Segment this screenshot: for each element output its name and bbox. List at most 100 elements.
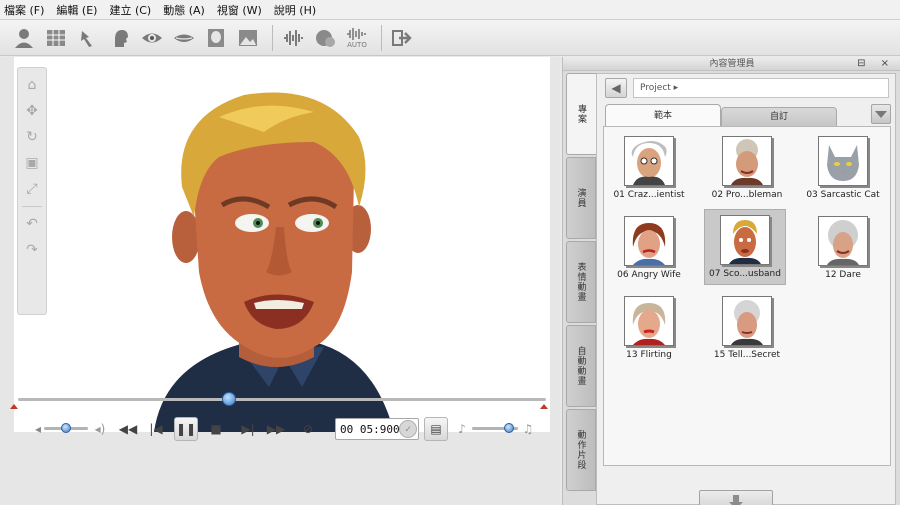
actor-icon[interactable] xyxy=(10,24,38,52)
tab-auto-animation[interactable]: 自動動畫 xyxy=(566,325,596,407)
eye-icon[interactable] xyxy=(138,24,166,52)
timeline-slider[interactable] xyxy=(14,392,550,406)
list-item[interactable]: 06 Angry Wife xyxy=(608,211,690,287)
list-item-selected[interactable]: 07 Sco...usband xyxy=(704,209,786,285)
rotate-icon[interactable]: ↻ xyxy=(21,126,43,148)
tab-motion-clips-label: 動作片段 xyxy=(575,430,586,470)
character-face xyxy=(154,92,394,432)
image-icon[interactable] xyxy=(234,24,262,52)
volume-knob[interactable] xyxy=(61,423,71,433)
panel-title-text: 內容管理員 xyxy=(709,59,755,69)
download-arrow-icon xyxy=(729,495,743,505)
side-tabs: 專案 演員 表情動畫 自動動畫 動作片段 xyxy=(566,73,596,505)
content-manager-panel: 內容管理員 ⊟ × 專案 演員 表情動畫 自動動畫 動作片段 ◀ Project… xyxy=(562,57,900,505)
stage-viewport[interactable] xyxy=(14,57,550,432)
item-label: 13 Flirting xyxy=(626,350,672,360)
volume-icon: ◂) xyxy=(94,422,106,436)
panel-window-icons[interactable]: ⊟ × xyxy=(857,57,895,71)
item-label: 15 Tell...Secret xyxy=(713,350,781,360)
tab-custom[interactable]: 自訂 xyxy=(721,107,837,126)
export-icon[interactable] xyxy=(388,24,416,52)
back-button[interactable]: ◀ xyxy=(605,78,627,98)
tab-project[interactable]: 專案 xyxy=(566,73,596,155)
timecode-field[interactable]: 00 05:900 ✓ xyxy=(335,418,419,440)
menu-file[interactable]: 檔案 (F) xyxy=(4,2,44,18)
item-label: 12 Dare xyxy=(825,270,861,280)
puppet-icon[interactable] xyxy=(311,24,339,52)
dropdown-icon[interactable] xyxy=(871,104,891,124)
list-item[interactable]: 15 Tell...Secret xyxy=(706,291,788,367)
playback-controls: ◂ ◂) ◀◀ |◀ ❚❚ ■ ▶| ▶▶ ⊘ 00 05:900 ✓ ▤ ♪ … xyxy=(0,415,560,445)
path-field[interactable]: Project ▸ xyxy=(633,78,889,98)
timeline-end-marker[interactable] xyxy=(540,404,548,409)
list-item[interactable]: 12 Dare xyxy=(802,211,884,287)
list-item[interactable]: 03 Sarcastic Cat xyxy=(802,131,884,207)
tab-actor-label: 演員 xyxy=(575,188,586,208)
stop-button[interactable]: ■ xyxy=(204,417,228,441)
tab-motion-clips[interactable]: 動作片段 xyxy=(566,409,596,491)
speed-knob[interactable] xyxy=(503,423,514,433)
list-item[interactable]: 01 Craz...ientist xyxy=(608,131,690,207)
tab-template[interactable]: 範本 xyxy=(605,104,721,126)
home-icon[interactable]: ⌂ xyxy=(21,74,43,96)
audio-wave-icon[interactable] xyxy=(279,24,307,52)
volume-slider[interactable] xyxy=(44,423,88,433)
viewer-nav-toolbar: ⌂ ✥ ↻ ▣ ⤢ ↶ ↷ xyxy=(17,67,47,315)
item-thumbnail xyxy=(722,136,772,186)
tab-expression[interactable]: 表情動畫 xyxy=(566,241,596,323)
timeline-playhead[interactable] xyxy=(222,392,237,406)
menu-bar: 檔案 (F) 編輯 (E) 建立 (C) 動態 (A) 視窗 (W) 說明 (H… xyxy=(0,0,900,20)
item-label: 01 Craz...ientist xyxy=(613,190,685,200)
speed-fast-icon: ♫ xyxy=(522,422,534,436)
fit-icon[interactable]: ⤢ xyxy=(21,178,43,200)
menu-edit[interactable]: 編輯 (E) xyxy=(56,2,97,18)
auto-lipsync-icon[interactable]: AUTO xyxy=(343,24,371,52)
menu-window[interactable]: 視窗 (W) xyxy=(217,2,262,18)
timeline-start-marker[interactable] xyxy=(10,404,18,409)
rewind-icon[interactable]: ◀◀ xyxy=(116,417,140,441)
mouth-icon[interactable] xyxy=(170,24,198,52)
timeline-track xyxy=(18,398,546,401)
nav-divider xyxy=(22,206,42,207)
speed-slow-icon: ♪ xyxy=(458,422,466,436)
menu-create[interactable]: 建立 (C) xyxy=(109,2,151,18)
item-label: 06 Angry Wife xyxy=(617,270,681,280)
menu-animation[interactable]: 動態 (A) xyxy=(163,2,205,18)
next-frame-icon[interactable]: ▶| xyxy=(236,417,260,441)
move-icon[interactable]: ✥ xyxy=(21,100,43,122)
item-label: 03 Sarcastic Cat xyxy=(806,190,880,200)
list-item[interactable]: 13 Flirting xyxy=(608,291,690,367)
list-item[interactable]: 02 Pro...bleman xyxy=(706,131,788,207)
item-thumbnail xyxy=(624,216,674,266)
hand-icon[interactable] xyxy=(74,24,102,52)
panel-title: 內容管理員 ⊟ × xyxy=(563,57,900,71)
speed-slider[interactable] xyxy=(472,423,518,433)
pause-button[interactable]: ❚❚ xyxy=(174,417,198,441)
undo-icon[interactable]: ↶ xyxy=(21,213,43,235)
item-thumbnail xyxy=(818,216,868,266)
tab-actor[interactable]: 演員 xyxy=(566,157,596,239)
face-fit-icon[interactable] xyxy=(202,24,230,52)
zoom-icon[interactable]: ▣ xyxy=(21,152,43,174)
prev-frame-icon[interactable]: |◀ xyxy=(144,417,168,441)
import-button[interactable] xyxy=(699,490,773,505)
content-area: ◀ Project ▸ 範本 自訂 01 Craz...ientist 02 P… xyxy=(596,73,896,505)
template-grid: 01 Craz...ientist 02 Pro...bleman 03 Sar… xyxy=(603,126,891,466)
back-arrow-icon: ◀ xyxy=(611,81,621,95)
timecode-value: 00 05:900 xyxy=(340,422,400,436)
layout-toggle-icon[interactable]: ▤ xyxy=(424,417,448,441)
item-label: 02 Pro...bleman xyxy=(711,190,783,200)
item-thumbnail xyxy=(624,296,674,346)
toolbar-divider xyxy=(272,24,273,51)
item-thumbnail xyxy=(720,215,770,265)
timecode-confirm-icon[interactable]: ✓ xyxy=(399,420,417,438)
loop-off-icon[interactable]: ⊘ xyxy=(296,417,320,441)
head-icon[interactable] xyxy=(106,24,134,52)
grid-icon[interactable] xyxy=(42,24,70,52)
menu-help[interactable]: 說明 (H) xyxy=(274,2,316,18)
item-thumbnail xyxy=(722,296,772,346)
redo-icon[interactable]: ↷ xyxy=(21,239,43,261)
tab-template-label: 範本 xyxy=(653,111,672,121)
item-label: 07 Sco...usband xyxy=(709,269,781,279)
fast-forward-icon[interactable]: ▶▶ xyxy=(264,417,288,441)
